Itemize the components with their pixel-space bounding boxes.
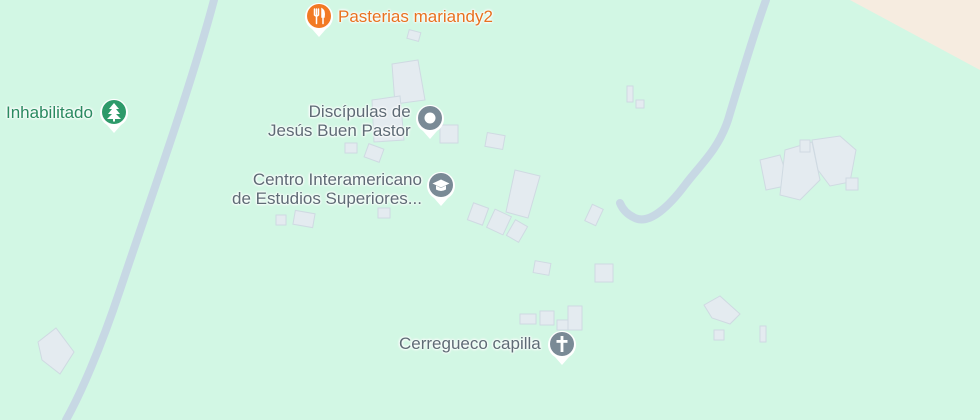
building (713, 329, 725, 341)
building (759, 325, 767, 343)
poi-pasterias[interactable]: Pasterias mariandy2 (304, 0, 493, 37)
poi-capilla[interactable]: Cerregueco capilla (399, 328, 577, 365)
poi-label: Pasterias mariandy2 (338, 6, 493, 26)
building (275, 214, 287, 226)
poi-label-line: de Estudios Superiores... (232, 189, 422, 208)
building (532, 260, 552, 276)
poi-label: Centro Interamericano de Estudios Superi… (232, 170, 422, 208)
cross-icon (547, 328, 577, 365)
poi-label-line: Jesús Buen Pastor (268, 121, 411, 140)
building (799, 139, 811, 153)
building (594, 263, 614, 283)
building (626, 85, 634, 103)
poi-label-line: Centro Interamericano (252, 170, 422, 189)
building (567, 305, 583, 331)
park-tree-icon (99, 96, 129, 133)
poi-centro[interactable]: Centro Interamericano de Estudios Superi… (232, 170, 456, 208)
poi-label: Inhabilitado (6, 102, 93, 122)
graduation-cap-icon (426, 169, 456, 206)
poi-inhabilitado[interactable]: Inhabilitado (6, 96, 129, 133)
building (539, 310, 555, 326)
place-dot-icon (415, 102, 445, 139)
poi-discipulas[interactable]: Discípulas de Jesús Buen Pastor (268, 102, 445, 140)
poi-label: Discípulas de Jesús Buen Pastor (268, 102, 411, 140)
building (845, 177, 859, 191)
building (519, 313, 537, 325)
building (344, 142, 358, 154)
building (377, 207, 391, 219)
building (484, 131, 506, 151)
building (292, 209, 316, 229)
poi-label: Cerregueco capilla (399, 333, 541, 353)
poi-label-line: Discípulas de (308, 102, 411, 121)
building (635, 99, 645, 109)
restaurant-icon (304, 0, 334, 37)
